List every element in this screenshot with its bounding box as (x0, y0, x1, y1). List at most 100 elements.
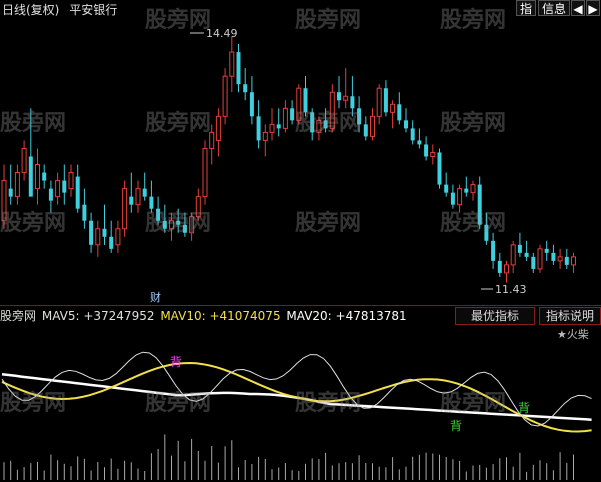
candle-body (457, 188, 463, 206)
candle-body (343, 95, 349, 101)
candle-body (316, 119, 322, 133)
candle-body (169, 220, 174, 230)
candle-body (135, 188, 141, 206)
candle-body (370, 115, 375, 137)
divergence-marker-2: 背 (450, 419, 462, 433)
next-arrow-icon[interactable]: ▶ (586, 0, 600, 16)
candle-body (21, 147, 27, 174)
candle-body (89, 220, 94, 245)
info-button[interactable]: 信息 (538, 0, 571, 16)
candle-body (551, 252, 556, 261)
candle-body (363, 124, 368, 137)
candle-body (517, 244, 522, 253)
candle-body (390, 103, 396, 113)
divergence-marker-1: 背 (170, 355, 182, 369)
chart-title: 日线(复权) 平安银行 (2, 1, 123, 18)
candle-body (189, 216, 195, 234)
candle-body (537, 248, 543, 270)
candle-body (82, 204, 87, 221)
candle-body (310, 112, 315, 133)
candle-body (557, 256, 563, 262)
volume-indicator-chart[interactable]: 背 背 背 (0, 326, 601, 482)
period-label[interactable]: 日线(复权) (2, 3, 59, 17)
candle-body (55, 180, 61, 198)
candle-body (376, 87, 382, 117)
candle-body (229, 51, 235, 77)
mav5-value: MAV5: +37247952 (41, 309, 155, 323)
candle-body (243, 84, 248, 93)
candlestick-chart[interactable]: 14.49 11.43 财 (0, 18, 601, 307)
candle-body (42, 172, 47, 181)
candle-body (1, 180, 7, 222)
candle-body (195, 196, 201, 218)
candle-body (142, 188, 147, 197)
candle-body (497, 260, 502, 273)
finance-marker[interactable]: 财 (150, 290, 161, 304)
indicator-name: 股旁网 (0, 309, 37, 323)
candle-body (424, 144, 429, 157)
candle-body (544, 248, 549, 253)
mav10-line (1, 361, 592, 433)
candle-body (48, 188, 53, 201)
candle-body (464, 188, 469, 193)
candle-body (337, 92, 341, 101)
candle-body (222, 75, 228, 117)
indicator-toggle-button[interactable]: 指 (516, 0, 537, 16)
candle-body (290, 108, 295, 121)
candle-body (102, 228, 107, 237)
candle-body (249, 92, 254, 117)
candle-body (215, 115, 221, 141)
low-marker: 11.43 (481, 283, 527, 296)
candle-body (444, 184, 449, 193)
indicator-legend: 股旁网 MAV5: +37247952 MAV10: +41074075 MAV… (0, 307, 409, 324)
candle-body (357, 108, 362, 125)
candle-body (329, 91, 335, 129)
candle-body (176, 220, 181, 225)
candle-body (470, 184, 476, 194)
candle-body (437, 152, 442, 185)
candle-body (282, 107, 288, 129)
candle-body (129, 196, 134, 205)
candle-body (35, 164, 40, 190)
candle-body (504, 264, 509, 274)
candle-body (209, 131, 215, 149)
candle-body (122, 188, 128, 230)
candle-body (484, 224, 489, 241)
mav20-value: MAV20: +47813781 (286, 309, 407, 323)
candle-body (28, 156, 33, 197)
stock-name: 平安银行 (69, 3, 118, 17)
candle-body (202, 147, 208, 198)
candle-body (296, 87, 302, 121)
candle-body (510, 244, 516, 266)
volume-ticks (3, 434, 574, 480)
candles-group (1, 36, 576, 283)
mav10-value: MAV10: +41074075 (160, 309, 281, 323)
candle-body (75, 176, 80, 209)
candle-body (262, 131, 268, 141)
candle-body (149, 196, 154, 209)
candle-body (430, 151, 436, 157)
candle-body (397, 104, 402, 121)
indicator-explain-button[interactable]: 指标说明 (539, 307, 601, 325)
candle-body (68, 172, 74, 190)
candle-body (14, 172, 20, 198)
high-price-label: 14.49 (206, 27, 238, 40)
candle-body (115, 228, 121, 246)
candle-body (156, 208, 161, 221)
candle-body (531, 256, 536, 269)
candle-body (417, 140, 422, 145)
candle-body (109, 236, 114, 249)
title-bar: 日线(复权) 平安银行 指 信息 ◀ ▶ (0, 0, 601, 18)
low-price-label: 11.43 (495, 283, 527, 296)
divider (0, 305, 601, 306)
high-marker: 14.49 (190, 27, 238, 40)
best-indicator-button[interactable]: 最优指标 (455, 307, 535, 325)
candle-body (303, 88, 308, 113)
candle-body (276, 124, 281, 129)
candle-body (269, 123, 275, 133)
candle-body (491, 240, 496, 261)
prev-arrow-icon[interactable]: ◀ (571, 0, 585, 16)
candle-body (571, 256, 576, 266)
candle-body (323, 120, 328, 129)
candle-body (564, 256, 569, 265)
